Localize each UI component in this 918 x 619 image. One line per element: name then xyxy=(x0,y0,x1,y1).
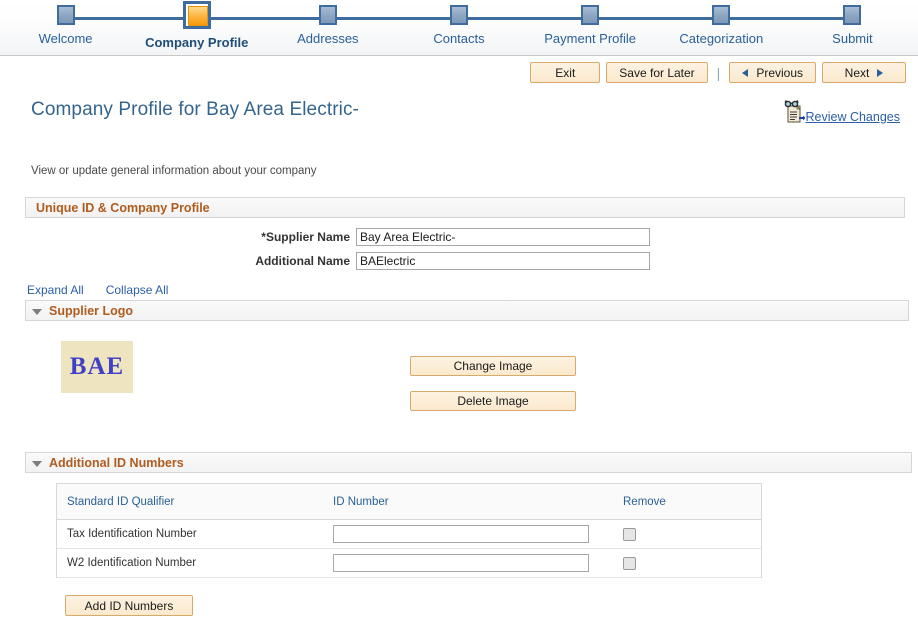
cell-remove xyxy=(623,556,753,570)
wizard-step-categorization[interactable]: Categorization xyxy=(656,0,787,56)
review-changes-link[interactable]: Review Changes xyxy=(806,110,901,124)
additional-name-label: Additional Name xyxy=(255,254,350,268)
column-header-id-number: ID Number xyxy=(333,495,389,508)
logo-action-buttons: Change Image Delete Image xyxy=(410,356,576,426)
action-toolbar: Exit Save for Later | Previous Next xyxy=(530,62,906,83)
table-body: Tax Identification Number W2 Identificati… xyxy=(57,520,761,578)
additional-ids-table: Standard ID Qualifier ID Number Remove T… xyxy=(56,483,762,578)
cell-id-number xyxy=(333,554,623,572)
chevron-down-icon-additional-ids[interactable] xyxy=(32,460,42,467)
field-row-supplier-name: *Supplier Name xyxy=(210,228,650,246)
intro-text: View or update general information about… xyxy=(31,165,317,177)
wizard-step-marker[interactable] xyxy=(449,5,468,25)
wizard-step-marker[interactable] xyxy=(182,1,211,29)
wizard-step-marker[interactable] xyxy=(56,5,75,25)
remove-checkbox[interactable] xyxy=(623,527,636,541)
save-for-later-button[interactable]: Save for Later xyxy=(606,62,708,83)
section-header-unique-id: Unique ID & Company Profile xyxy=(25,197,905,218)
review-changes[interactable]: Review Changes xyxy=(783,100,901,124)
exit-button[interactable]: Exit xyxy=(530,62,601,83)
column-header-remove: Remove xyxy=(623,495,666,508)
wizard-step-label: Contacts xyxy=(433,31,485,46)
glasses-document-icon xyxy=(784,100,805,123)
wizard-step-label: Payment Profile xyxy=(544,31,637,46)
wizard-step-label: Categorization xyxy=(679,31,764,46)
wizard-step-marker[interactable] xyxy=(843,5,862,25)
collapse-all-link[interactable]: Collapse All xyxy=(106,283,169,297)
wizard-step-marker[interactable] xyxy=(712,5,731,25)
cell-remove xyxy=(623,527,753,541)
supplier-name-input[interactable] xyxy=(356,228,650,246)
wizard-step-payment-profile[interactable]: Payment Profile xyxy=(525,0,656,56)
wizard-step-marker[interactable] xyxy=(318,5,337,25)
chevron-left-icon xyxy=(742,68,749,77)
expand-collapse-links: Expand All Collapse All xyxy=(27,283,168,297)
additional-name-input[interactable] xyxy=(356,252,650,270)
wizard-step-contacts[interactable]: Contacts xyxy=(393,0,524,56)
table-row: W2 Identification Number xyxy=(57,549,761,578)
next-button-label: Next xyxy=(844,65,870,80)
delete-image-button[interactable]: Delete Image xyxy=(410,391,576,411)
wizard-step-addresses[interactable]: Addresses xyxy=(262,0,393,56)
supplier-name-label: *Supplier Name xyxy=(261,230,350,244)
chevron-down-icon-supplier-logo[interactable] xyxy=(32,308,42,315)
wizard-step-bar: Welcome Company Profile Addresses Contacts P… xyxy=(0,0,918,56)
next-button[interactable]: Next xyxy=(822,62,906,83)
cell-id-number xyxy=(333,525,623,543)
previous-button-label: Previous xyxy=(756,65,803,80)
chevron-right-icon xyxy=(877,68,884,77)
cell-qualifier: W2 Identification Number xyxy=(67,557,197,569)
supplier-logo-image: BAE xyxy=(61,341,133,393)
previous-button[interactable]: Previous xyxy=(729,62,816,83)
wizard-step-label: Welcome xyxy=(38,31,93,46)
section-header-additional-ids[interactable]: Additional ID Numbers xyxy=(25,452,912,473)
change-image-button[interactable]: Change Image xyxy=(410,356,576,376)
section-title-supplier-logo: Supplier Logo xyxy=(49,303,134,318)
table-row: Tax Identification Number xyxy=(57,520,761,549)
section-title-additional-ids: Additional ID Numbers xyxy=(49,455,184,470)
wizard-steps: Welcome Company Profile Addresses Contacts P… xyxy=(0,0,918,56)
wizard-step-submit[interactable]: Submit xyxy=(787,0,918,56)
section-title-unique-id: Unique ID & Company Profile xyxy=(36,200,210,215)
wizard-step-label: Addresses xyxy=(297,31,359,46)
page-title: Company Profile for Bay Area Electric- xyxy=(31,99,359,120)
supplier-logo-text: BAE xyxy=(69,353,125,380)
wizard-step-marker[interactable] xyxy=(581,5,600,25)
remove-checkbox[interactable] xyxy=(623,556,636,570)
wizard-step-label: Company Profile xyxy=(145,35,249,50)
expand-all-link[interactable]: Expand All xyxy=(27,283,84,297)
cell-qualifier: Tax Identification Number xyxy=(67,528,197,540)
add-id-numbers-button[interactable]: Add ID Numbers xyxy=(65,595,193,616)
id-number-input[interactable] xyxy=(333,525,589,543)
column-header-qualifier: Standard ID Qualifier xyxy=(67,495,175,508)
wizard-step-welcome[interactable]: Welcome xyxy=(0,0,131,56)
section-header-supplier-logo[interactable]: Supplier Logo xyxy=(25,300,909,321)
toolbar-separator: | xyxy=(716,64,721,81)
table-header-row: Standard ID Qualifier ID Number Remove xyxy=(57,484,761,520)
wizard-step-label: Submit xyxy=(832,31,873,46)
wizard-step-company-profile[interactable]: Company Profile xyxy=(131,0,262,56)
id-number-input[interactable] xyxy=(333,554,589,572)
field-row-additional-name: Additional Name xyxy=(210,252,650,270)
